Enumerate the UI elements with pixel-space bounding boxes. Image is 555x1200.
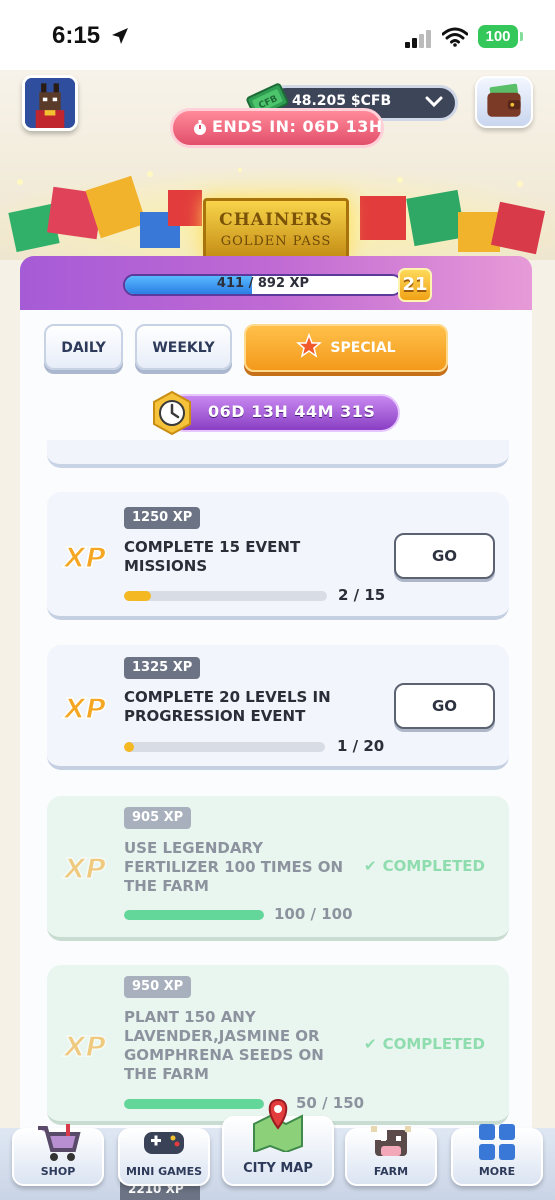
mission-title: COMPLETE 15 EVENT MISSIONS — [124, 538, 301, 575]
nav-city-map[interactable]: CITY MAP — [222, 1098, 334, 1186]
nav-label: MINI GAMES — [125, 1165, 203, 1178]
checkmark-icon: ✔ — [364, 1035, 377, 1053]
cow-icon — [371, 1126, 411, 1156]
mission-progress-fill — [124, 742, 135, 752]
mission-progress-fill — [124, 591, 152, 601]
mission-progress-bar — [124, 910, 264, 920]
mission-progress-fill — [124, 1099, 264, 1109]
cart-icon — [38, 1124, 81, 1161]
nav-label: SHOP — [40, 1165, 76, 1178]
location-arrow-icon — [112, 28, 128, 44]
mission-progress-text: 2 / 15 — [338, 586, 386, 604]
mission-progress-fill — [124, 910, 264, 920]
clock-icon — [153, 390, 191, 436]
level-badge: 21 — [398, 268, 432, 302]
go-button[interactable]: GO — [394, 533, 495, 579]
event-ends-text: ENDS IN: 06D 13H — [212, 117, 383, 136]
chevron-down-icon[interactable] — [425, 95, 443, 109]
xp-icon: XP — [61, 691, 107, 726]
svg-text:XP: XP — [62, 852, 107, 885]
checkmark-icon: ✔ — [364, 857, 377, 875]
mission-title: PLANT 150 ANY LAVENDER,JASMINE OR GOMPHR… — [124, 1008, 324, 1083]
mission-xp-badge: 1325 XP — [124, 657, 201, 679]
nav-farm[interactable]: FARM — [345, 1126, 437, 1186]
wallet-button[interactable] — [475, 76, 533, 128]
mission-progress-text: 100 / 100 — [274, 905, 353, 923]
mission-xp-badge: 905 XP — [124, 807, 192, 829]
nav-label: FARM — [373, 1165, 409, 1178]
mission-xp-badge: 1250 XP — [124, 507, 201, 529]
go-button[interactable]: GO — [394, 683, 495, 729]
star-icon — [296, 333, 323, 358]
nav-shop[interactable]: SHOP — [12, 1124, 104, 1186]
xp-icon: XP — [61, 1029, 107, 1064]
mission-progress-bar — [124, 742, 325, 752]
currency-amount: 48.205 $CFB — [292, 93, 392, 109]
battery-indicator: 100 — [478, 25, 518, 48]
previous-mission-card — [47, 440, 509, 468]
tab-weekly[interactable]: WEEKLY — [135, 324, 232, 370]
tab-special-label: SPECIAL — [330, 340, 396, 356]
battery-tip — [520, 32, 523, 41]
nav-more[interactable]: MORE — [451, 1124, 543, 1186]
completed-text: COMPLETED — [382, 857, 485, 875]
signal-icon — [405, 30, 431, 48]
nav-label: CITY MAP — [243, 1161, 313, 1176]
xp-icon: XP — [61, 540, 107, 575]
completed-label: ✔ COMPLETED — [364, 857, 485, 875]
mission-title: USE LEGENDARY FERTILIZER 100 TIMES ON TH… — [124, 839, 344, 895]
status-time: 6:15 — [52, 22, 101, 49]
special-timer-text: 06D 13H 44M 31S — [208, 402, 376, 421]
gamepad-icon — [144, 1132, 184, 1154]
completed-text: COMPLETED — [382, 1035, 485, 1053]
mission-progress-bar — [124, 591, 327, 601]
stopwatch-icon — [194, 120, 206, 135]
wifi-icon — [442, 27, 468, 47]
tab-special[interactable]: SPECIAL — [244, 324, 448, 372]
mission-progress-bar — [124, 1099, 264, 1109]
svg-text:XP: XP — [62, 1030, 107, 1063]
wallet-icon — [487, 83, 521, 117]
avatar-character-icon — [25, 78, 75, 128]
avatar[interactable] — [22, 75, 78, 131]
mission-title: COMPLETE 20 LEVELS IN PROGRESSION EVENT — [124, 688, 331, 725]
nav-label: MORE — [478, 1165, 516, 1178]
svg-text:XP: XP — [62, 692, 107, 725]
status-bar: 6:15 100 — [0, 0, 555, 70]
tab-daily[interactable]: DAILY — [44, 324, 123, 370]
pass-title: CHAINERS — [219, 210, 333, 230]
map-icon — [253, 1098, 303, 1152]
xp-icon: XP — [61, 851, 107, 886]
nav-mini-games[interactable]: MINI GAMES — [118, 1128, 210, 1186]
pass-subtitle: GOLDEN PASS — [220, 234, 332, 249]
grid-icon — [479, 1124, 515, 1160]
mission-progress-text: 1 / 20 — [337, 737, 385, 755]
svg-text:XP: XP — [62, 541, 107, 574]
completed-label: ✔ COMPLETED — [364, 1035, 485, 1053]
xp-progress-text: 411 / 892 XP — [216, 276, 310, 291]
mission-xp-badge: 950 XP — [124, 976, 192, 998]
